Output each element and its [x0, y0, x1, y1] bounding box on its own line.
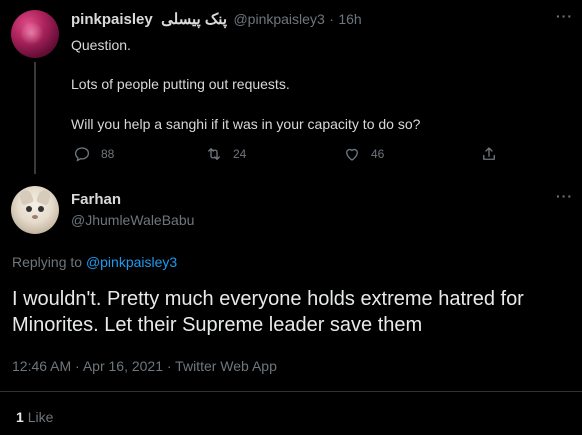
replying-to: Replying to @pinkpaisley3 [12, 254, 177, 270]
tweet1-handle[interactable]: @pinkpaisley3 [233, 11, 324, 27]
reply-count: 88 [101, 147, 115, 161]
likes-label: Like [27, 409, 54, 425]
like-button[interactable]: 46 [343, 145, 384, 163]
tweet1-separator: · [329, 11, 334, 27]
share-icon [483, 147, 495, 160]
tweet1-header: pinkpaisley پنک پیسلی @pinkpaisley3 · 16… [71, 10, 362, 29]
tweet2-handle[interactable]: @JhumleWaleBabu [71, 212, 194, 228]
reply-button[interactable]: 88 [73, 145, 114, 163]
tweet1-line2: Lots of people putting out requests. [71, 76, 290, 92]
tweet1-line1: Question. [71, 37, 131, 53]
tweet1-time[interactable]: 16h [338, 11, 361, 27]
like-icon [346, 148, 358, 161]
avatar-farhan[interactable] [11, 186, 59, 234]
tweet2-text: I wouldn't. Pretty much everyone holds e… [12, 288, 524, 336]
replying-handle-link[interactable]: @pinkpaisley3 [86, 254, 177, 270]
tweet2-display-name[interactable]: Farhan [71, 191, 121, 208]
tweet1-more-icon[interactable]: ··· [556, 8, 573, 24]
replying-prefix: Replying to [12, 254, 83, 270]
tweet2-more-icon[interactable]: ··· [556, 188, 573, 204]
tweet1-display-name-alt[interactable]: پنک پیسلی [161, 11, 227, 28]
retweet-icon [208, 148, 220, 160]
tweet1-display-name[interactable]: pinkpaisley [71, 11, 153, 28]
avatar-pinkpaisley[interactable] [11, 10, 59, 58]
likes-count: 1 [16, 409, 24, 425]
thread-line [34, 62, 36, 174]
share-button[interactable] [480, 145, 508, 163]
tweet1-line3: Will you help a sanghi if it was in your… [71, 116, 421, 132]
likes-summary[interactable]: 1 Like [16, 409, 53, 425]
retweet-button[interactable]: 24 [205, 145, 246, 163]
retweet-count: 24 [233, 147, 247, 161]
reply-icon [74, 147, 90, 162]
tweet2-meta[interactable]: 12:46 AM · Apr 16, 2021 · Twitter Web Ap… [12, 358, 277, 374]
divider [0, 391, 582, 392]
like-count: 46 [371, 147, 385, 161]
